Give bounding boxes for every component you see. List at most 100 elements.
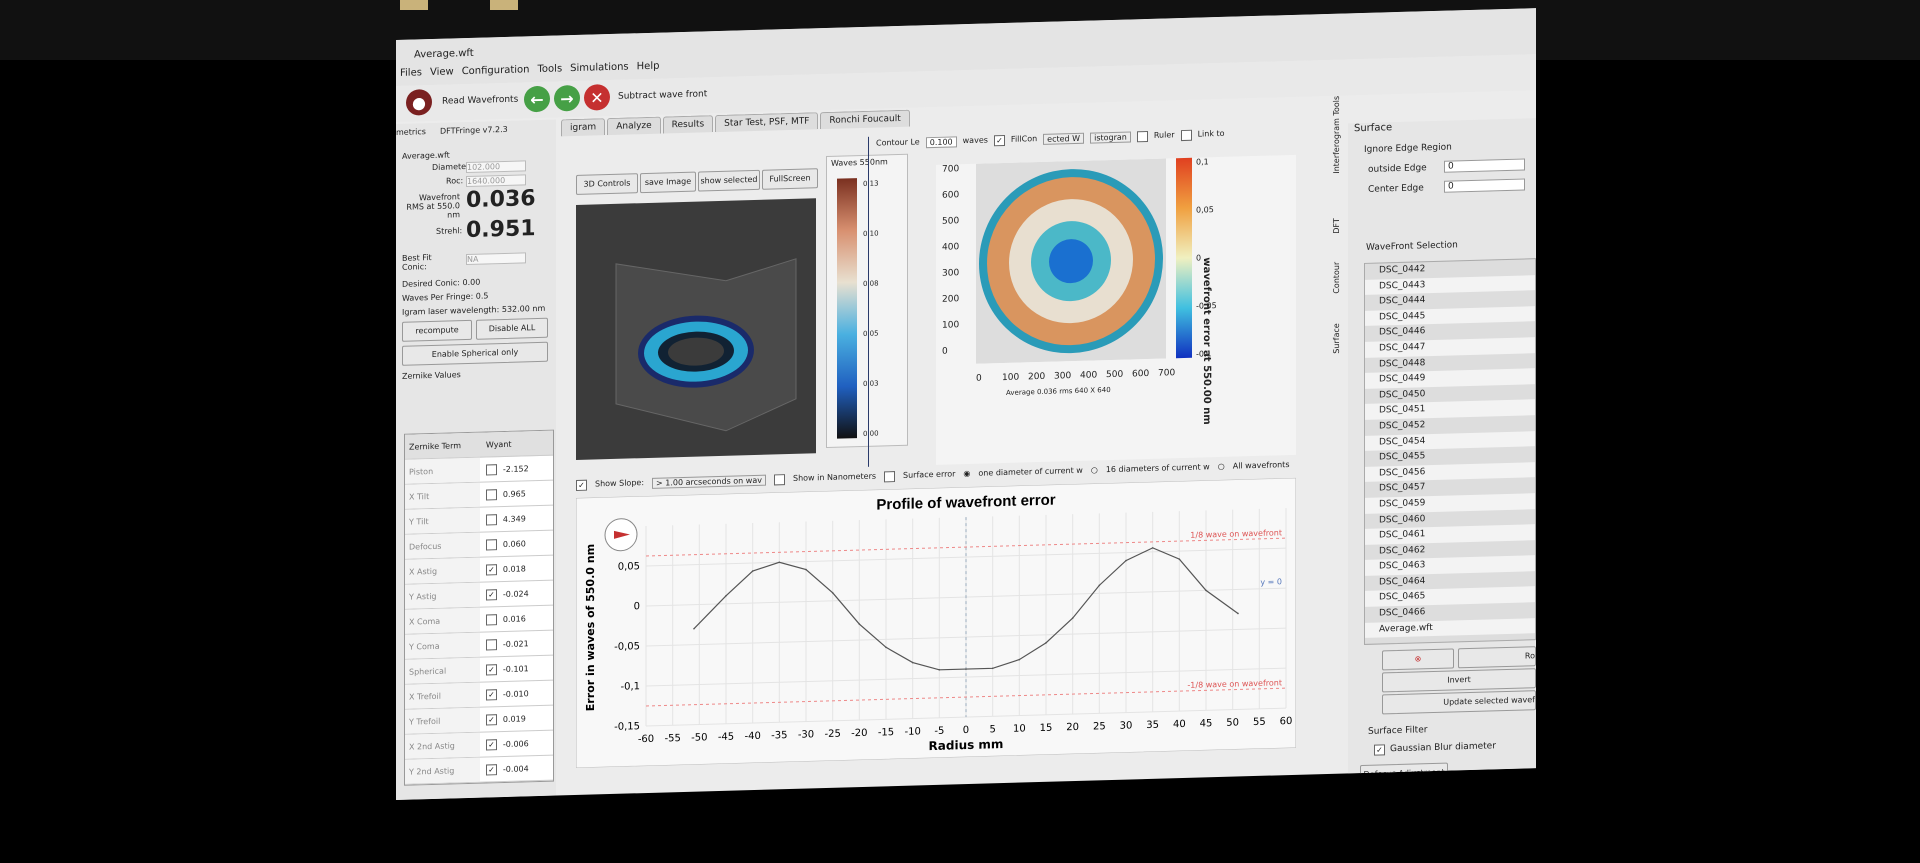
zernike-value: -0.024 (502, 588, 529, 599)
zernike-value: -0.021 (502, 638, 529, 649)
diameter-field[interactable]: 102.000 (466, 160, 526, 174)
zernike-checkbox[interactable]: ✓ (485, 563, 497, 575)
sidetab-2[interactable]: DFT (1332, 218, 1341, 234)
wavefront-list[interactable]: DSC_0442 DSC_0443 DSC_0444 DSC_0445 DSC_0446… (1364, 258, 1536, 645)
colorbar-tick: 0.08 (863, 279, 879, 288)
zernike-value-cell: ✓ 0.018 (480, 562, 553, 575)
contour-x-tick: 400 (1080, 370, 1098, 381)
tab-0[interactable]: igram (561, 118, 606, 137)
close-icon[interactable]: ✕ (584, 84, 610, 111)
zernike-checkbox[interactable] (485, 463, 497, 475)
zernike-row: Y 2nd Astig ✓ -0.004 (405, 755, 553, 785)
ruler-checkbox[interactable] (1136, 130, 1148, 143)
read-wavefronts-icon[interactable]: ● (406, 88, 432, 116)
forward-arrow-icon[interactable]: → (554, 84, 580, 112)
zernike-checkbox[interactable] (485, 638, 497, 650)
roc-field[interactable]: 1640.000 (466, 174, 526, 188)
menu-item[interactable]: Help (637, 61, 660, 73)
all-wavefronts-radio[interactable]: ○ (1218, 462, 1225, 473)
menu-item[interactable]: Files (400, 67, 422, 79)
zernike-term: X Trefoil (405, 682, 480, 709)
enable-spherical-button[interactable]: Enable Spherical only (402, 341, 548, 366)
y-axis-label: Error in waves of 550.0 nm (584, 544, 597, 712)
zernike-checkbox[interactable]: ✓ (485, 763, 497, 775)
sixteen-diameters-radio[interactable]: ○ (1091, 465, 1098, 476)
recompute-button[interactable]: recompute (402, 319, 472, 342)
tab-1[interactable]: Analyze (607, 116, 661, 136)
contour-y-tick: 300 (942, 268, 960, 279)
zernike-checkbox[interactable] (485, 488, 497, 500)
tab-2[interactable]: Results (662, 115, 714, 134)
zernike-checkbox[interactable]: ✓ (485, 738, 497, 750)
defocus-adjustment-button[interactable]: Defocus Adjustment (1360, 762, 1448, 786)
back-arrow-icon[interactable]: ← (524, 85, 550, 113)
histogram-button[interactable]: istogran (1090, 131, 1131, 144)
zernike-value-cell: 0.965 (480, 487, 553, 500)
read-wavefronts-label[interactable]: Read Wavefronts (442, 95, 518, 107)
x-tick-label: -45 (718, 732, 734, 743)
zernike-checkbox[interactable]: ✓ (485, 663, 497, 675)
disable-all-button[interactable]: Disable ALL (476, 317, 548, 340)
bestfit-field[interactable]: NA (466, 252, 526, 266)
slope-dropdown[interactable]: > 1.00 arcseconds on wav (652, 474, 766, 489)
selected-wave-button[interactable]: ected W (1043, 132, 1085, 145)
zernike-term: Y Coma (405, 632, 480, 659)
gaussian-blur-checkbox[interactable]: ✓ (1374, 744, 1385, 756)
one-diameter-radio[interactable]: ◉ (963, 469, 970, 480)
sidetab-1[interactable]: Contour (1332, 262, 1341, 294)
zernike-term: Y Astig (405, 582, 480, 609)
zernike-checkbox[interactable]: ✓ (485, 688, 497, 700)
sidetab-0[interactable]: Surface (1332, 323, 1341, 354)
zernike-value-cell: ✓ -0.101 (480, 662, 553, 675)
outside-edge-spinbox[interactable]: 0 (1444, 158, 1525, 173)
all-wavefronts-label: All wavefronts (1232, 460, 1290, 471)
contour-y-tick: 500 (942, 216, 960, 227)
x-tick-label: -50 (691, 732, 707, 743)
menu-item[interactable]: View (430, 66, 454, 78)
menu-item[interactable]: Simulations (570, 62, 628, 75)
contour-plot[interactable]: 700 600 500 400 300 200 100 0 0 100 200 300 400 500 6… (936, 154, 1296, 465)
show-nm-checkbox[interactable] (773, 474, 785, 486)
center-edge-spinbox[interactable]: 0 (1444, 178, 1525, 193)
zernike-value: 4.349 (502, 513, 526, 524)
3d-view[interactable] (576, 198, 816, 460)
update-selected-button[interactable]: Update selected wavef (1382, 690, 1536, 715)
right-panel: Surface Ignore Edge Region outside Edge … (1348, 118, 1536, 786)
tab-3[interactable]: Star Test, PSF, MTF (715, 112, 819, 133)
show-slope-checkbox[interactable]: ✓ (576, 479, 587, 491)
x-axis-label: Radius mm (929, 737, 1004, 753)
fullscreen-button[interactable]: FullScreen (762, 168, 818, 190)
x-tick-label: 50 (1226, 717, 1239, 728)
invert-button[interactable]: Invert (1382, 668, 1536, 693)
contour-label: Contour Le (876, 137, 920, 148)
zernike-checkbox[interactable] (485, 513, 497, 525)
zernike-checkbox[interactable]: ✓ (485, 713, 497, 725)
save-image-button[interactable]: save Image (640, 171, 696, 194)
sidetab-3[interactable]: Interferogram Tools (1332, 96, 1341, 174)
delete-button[interactable]: ⊗ (1382, 648, 1454, 671)
zernike-checkbox[interactable] (485, 613, 497, 625)
surface-error-checkbox[interactable] (884, 471, 896, 483)
link-checkbox[interactable] (1180, 129, 1192, 142)
menu-item[interactable]: Tools (538, 63, 563, 75)
zernike-term: Defocus (405, 532, 480, 559)
profile-chart[interactable]: Profile of wavefront error-60 -55 -50 -45 -4… (576, 477, 1296, 768)
x-tick-label: -25 (824, 729, 840, 740)
surface-title: Surface (1354, 122, 1393, 135)
y-tick-label: -0,15 (614, 721, 640, 733)
rotate-button[interactable]: Ro (1458, 646, 1536, 669)
zernike-checkbox[interactable]: ✓ (485, 588, 497, 600)
subtract-wavefront-label[interactable]: Subtract wave front (618, 89, 707, 101)
wavefront-selection-title: WaveFront Selection (1366, 240, 1458, 253)
colorbar-tick: 0.10 (863, 229, 879, 238)
window-title: Average.wft (414, 47, 474, 61)
fillcon-checkbox[interactable]: ✓ (993, 134, 1005, 147)
splitter[interactable] (868, 136, 869, 467)
show-selected-button[interactable]: show selected (698, 169, 760, 192)
contour-value-field[interactable]: 0.100 (925, 136, 957, 149)
zernike-checkbox[interactable] (485, 538, 497, 550)
fillcon-label: FillCon (1010, 134, 1038, 144)
3d-controls-button[interactable]: 3D Controls (576, 173, 638, 195)
menu-item[interactable]: Configuration (462, 64, 530, 77)
tab-4[interactable]: Ronchi Foucault (820, 109, 910, 130)
